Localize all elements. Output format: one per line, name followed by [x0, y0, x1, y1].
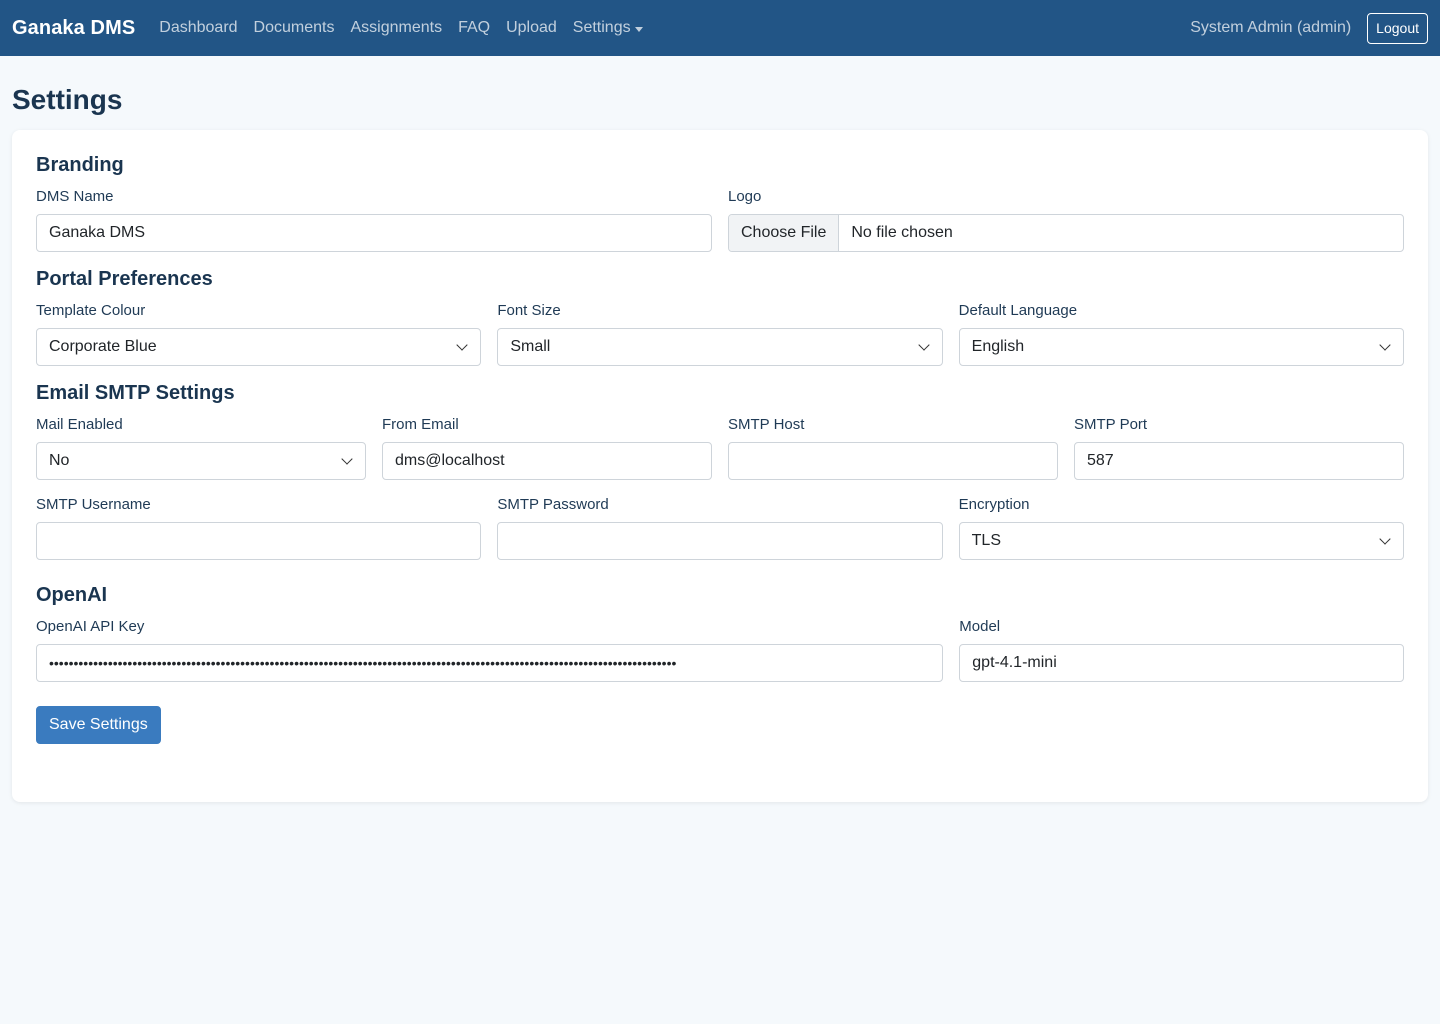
default-language-value: English [971, 338, 1025, 355]
model-field: Model gpt-4.1-mini [959, 618, 1404, 682]
chevron-down-icon [341, 453, 353, 465]
mail-enabled-select[interactable]: No [36, 442, 366, 480]
dms-name-label: DMS Name [36, 188, 114, 205]
default-language-select[interactable]: English [958, 328, 1404, 366]
nav-dashboard[interactable]: Dashboard [159, 19, 237, 37]
logo-file-input[interactable]: Choose File No file chosen [728, 214, 1404, 252]
nav-user-area: System Admin (admin) Logout [1190, 12, 1428, 44]
file-status-text: No file chosen [851, 224, 953, 241]
logo-label: Logo [728, 188, 762, 205]
top-navbar: Ganaka DMS Dashboard Documents Assignmen… [0, 0, 1440, 56]
font-size-field: Font Size Small [497, 302, 943, 366]
openai-row: OpenAI API Key •••••••••••••••••••••••••… [36, 618, 1404, 682]
section-openai-title: OpenAI [36, 584, 108, 606]
mail-enabled-value: No [49, 452, 70, 469]
font-size-select[interactable]: Small [497, 328, 943, 366]
choose-file-button[interactable]: Choose File [729, 215, 840, 251]
chevron-down-icon [917, 339, 930, 351]
nav-links: Dashboard Documents Assignments FAQ Uplo… [159, 19, 658, 37]
mail-enabled-label: Mail Enabled [36, 416, 123, 433]
openai-key-input[interactable]: ••••••••••••••••••••••••••••••••••••••••… [36, 644, 944, 682]
save-settings-button[interactable]: Save Settings [36, 706, 161, 744]
section-smtp-title: Email SMTP Settings [36, 382, 235, 404]
mail-enabled-field: Mail Enabled No [36, 416, 366, 480]
model-input[interactable]: gpt-4.1-mini [959, 644, 1404, 682]
section-branding-title: Branding [36, 154, 124, 176]
portal-row: Template Colour Corporate Blue Font Size… [36, 302, 1404, 366]
smtp-username-input[interactable] [36, 522, 482, 560]
brand-logo[interactable]: Ganaka DMS [12, 17, 135, 40]
default-language-field: Default Language English [958, 302, 1404, 366]
encryption-label: Encryption [958, 496, 1030, 513]
nav-faq[interactable]: FAQ [458, 19, 490, 37]
current-user: System Admin (admin) [1190, 19, 1352, 36]
from-email-input[interactable]: dms@localhost [382, 442, 712, 480]
smtp-password-input[interactable] [497, 522, 943, 560]
caret-down-icon [634, 26, 643, 32]
smtp-host-input[interactable] [728, 442, 1058, 480]
smtp-port-field: SMTP Port 587 [1074, 416, 1404, 480]
smtp-username-label: SMTP Username [36, 496, 151, 513]
dms-name-input[interactable]: Ganaka DMS [36, 214, 712, 252]
font-size-label: Font Size [497, 302, 561, 319]
font-size-value: Small [510, 338, 551, 355]
chevron-down-icon [1379, 339, 1391, 351]
chevron-down-icon [1379, 533, 1391, 545]
logo-field: Logo Choose File No file chosen [728, 188, 1404, 252]
smtp-row-2: SMTP Username SMTP Password Encryption T… [36, 496, 1404, 560]
smtp-username-field: SMTP Username [36, 496, 482, 560]
section-portal-title: Portal Preferences [36, 268, 213, 290]
dms-name-field: DMS Name Ganaka DMS [36, 188, 712, 252]
page-title: Settings [12, 84, 123, 115]
template-colour-value: Corporate Blue [49, 338, 157, 355]
template-colour-field: Template Colour Corporate Blue [36, 302, 482, 366]
openai-key-label: OpenAI API Key [36, 618, 145, 635]
from-email-field: From Email dms@localhost [382, 416, 712, 480]
default-language-label: Default Language [958, 302, 1078, 319]
smtp-password-field: SMTP Password [497, 496, 943, 560]
smtp-row-1: Mail Enabled No From Email dms@localhost… [36, 416, 1404, 480]
smtp-port-label: SMTP Port [1074, 416, 1148, 433]
nav-upload[interactable]: Upload [506, 19, 557, 37]
smtp-host-field: SMTP Host [728, 416, 1058, 480]
openai-key-field: OpenAI API Key •••••••••••••••••••••••••… [36, 618, 944, 682]
settings-form-card: Branding DMS Name Ganaka DMS Logo Choose… [12, 130, 1428, 802]
smtp-port-input[interactable]: 587 [1074, 442, 1404, 480]
smtp-host-label: SMTP Host [728, 416, 805, 433]
chevron-down-icon [456, 339, 468, 351]
encryption-field: Encryption TLS [958, 496, 1404, 560]
logout-button[interactable]: Logout [1367, 12, 1428, 44]
encryption-value: TLS [971, 532, 1001, 549]
model-label: Model [959, 618, 1001, 635]
encryption-select[interactable]: TLS [958, 522, 1404, 560]
from-email-label: From Email [382, 416, 459, 433]
nav-assignments[interactable]: Assignments [350, 19, 442, 37]
branding-row: DMS Name Ganaka DMS Logo Choose File No … [36, 188, 1404, 252]
template-colour-select[interactable]: Corporate Blue [36, 328, 482, 366]
nav-settings-dropdown[interactable]: Settings [573, 19, 643, 37]
nav-settings-label: Settings [572, 19, 631, 36]
smtp-password-label: SMTP Password [497, 496, 609, 513]
template-colour-label: Template Colour [36, 302, 146, 319]
nav-documents[interactable]: Documents [254, 19, 335, 37]
